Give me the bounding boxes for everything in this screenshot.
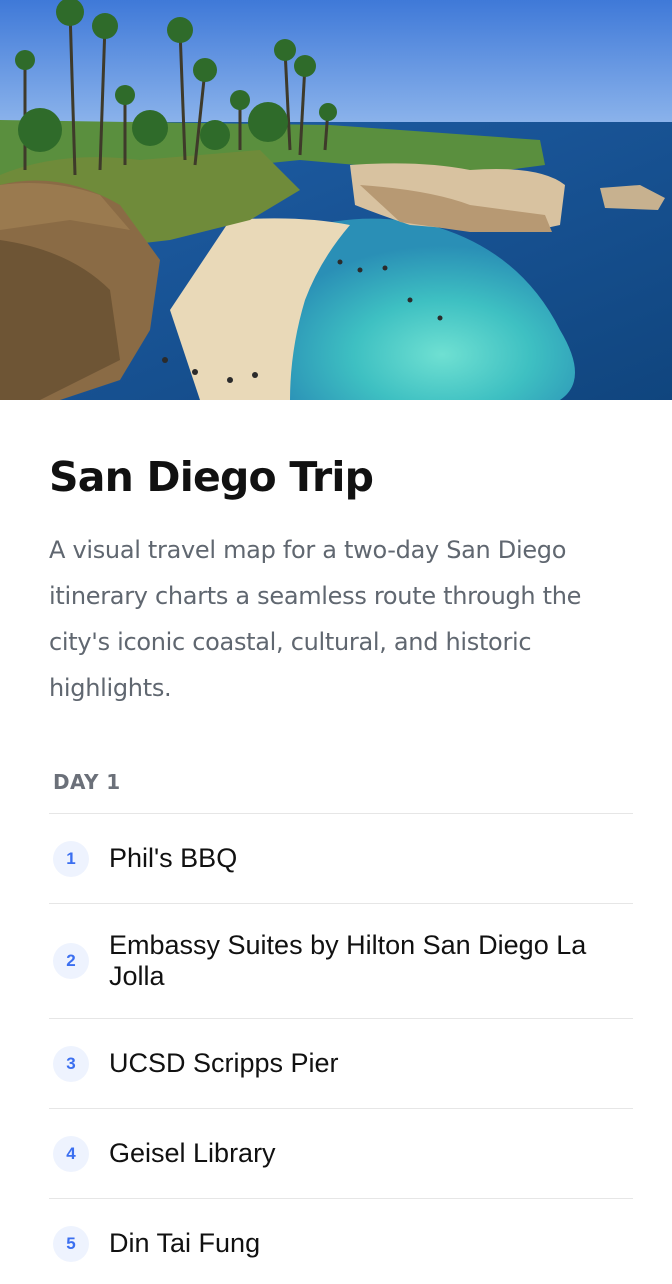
stop-name: Phil's BBQ bbox=[109, 843, 238, 873]
stop-number-badge: 1 bbox=[53, 840, 89, 877]
stop-name: UCSD Scripps Pier bbox=[109, 1048, 339, 1078]
day-1-stop-list: 1 Phil's BBQ 2 Embassy Suites by Hilton … bbox=[49, 813, 633, 1284]
day-label: DAY 1 bbox=[53, 770, 121, 794]
stop-item-3[interactable]: 3 UCSD Scripps Pier bbox=[49, 1018, 633, 1108]
stop-name: Din Tai Fung bbox=[109, 1228, 261, 1258]
trip-title: San Diego Trip bbox=[49, 453, 374, 501]
stop-item-1[interactable]: 1 Phil's BBQ bbox=[49, 813, 633, 903]
hero-image bbox=[0, 0, 672, 400]
stop-number-badge: 5 bbox=[53, 1225, 89, 1262]
stop-number-badge: 4 bbox=[53, 1135, 89, 1172]
stop-item-5[interactable]: 5 Din Tai Fung bbox=[49, 1198, 633, 1284]
trip-description: A visual travel map for a two-day San Di… bbox=[49, 536, 582, 702]
trip-card: San Diego Trip A visual travel map for a… bbox=[0, 0, 672, 1284]
stop-number-badge: 2 bbox=[53, 943, 89, 979]
stop-name: Geisel Library bbox=[109, 1138, 276, 1168]
la-jolla-cove-photo bbox=[0, 0, 672, 400]
stop-name: Embassy Suites by Hilton San Diego La Jo… bbox=[109, 930, 587, 991]
trip-content: San Diego Trip A visual travel map for a… bbox=[49, 400, 633, 1284]
stop-number-badge: 3 bbox=[53, 1045, 89, 1082]
stop-item-4[interactable]: 4 Geisel Library bbox=[49, 1108, 633, 1198]
stop-item-2[interactable]: 2 Embassy Suites by Hilton San Diego La … bbox=[49, 903, 633, 1018]
